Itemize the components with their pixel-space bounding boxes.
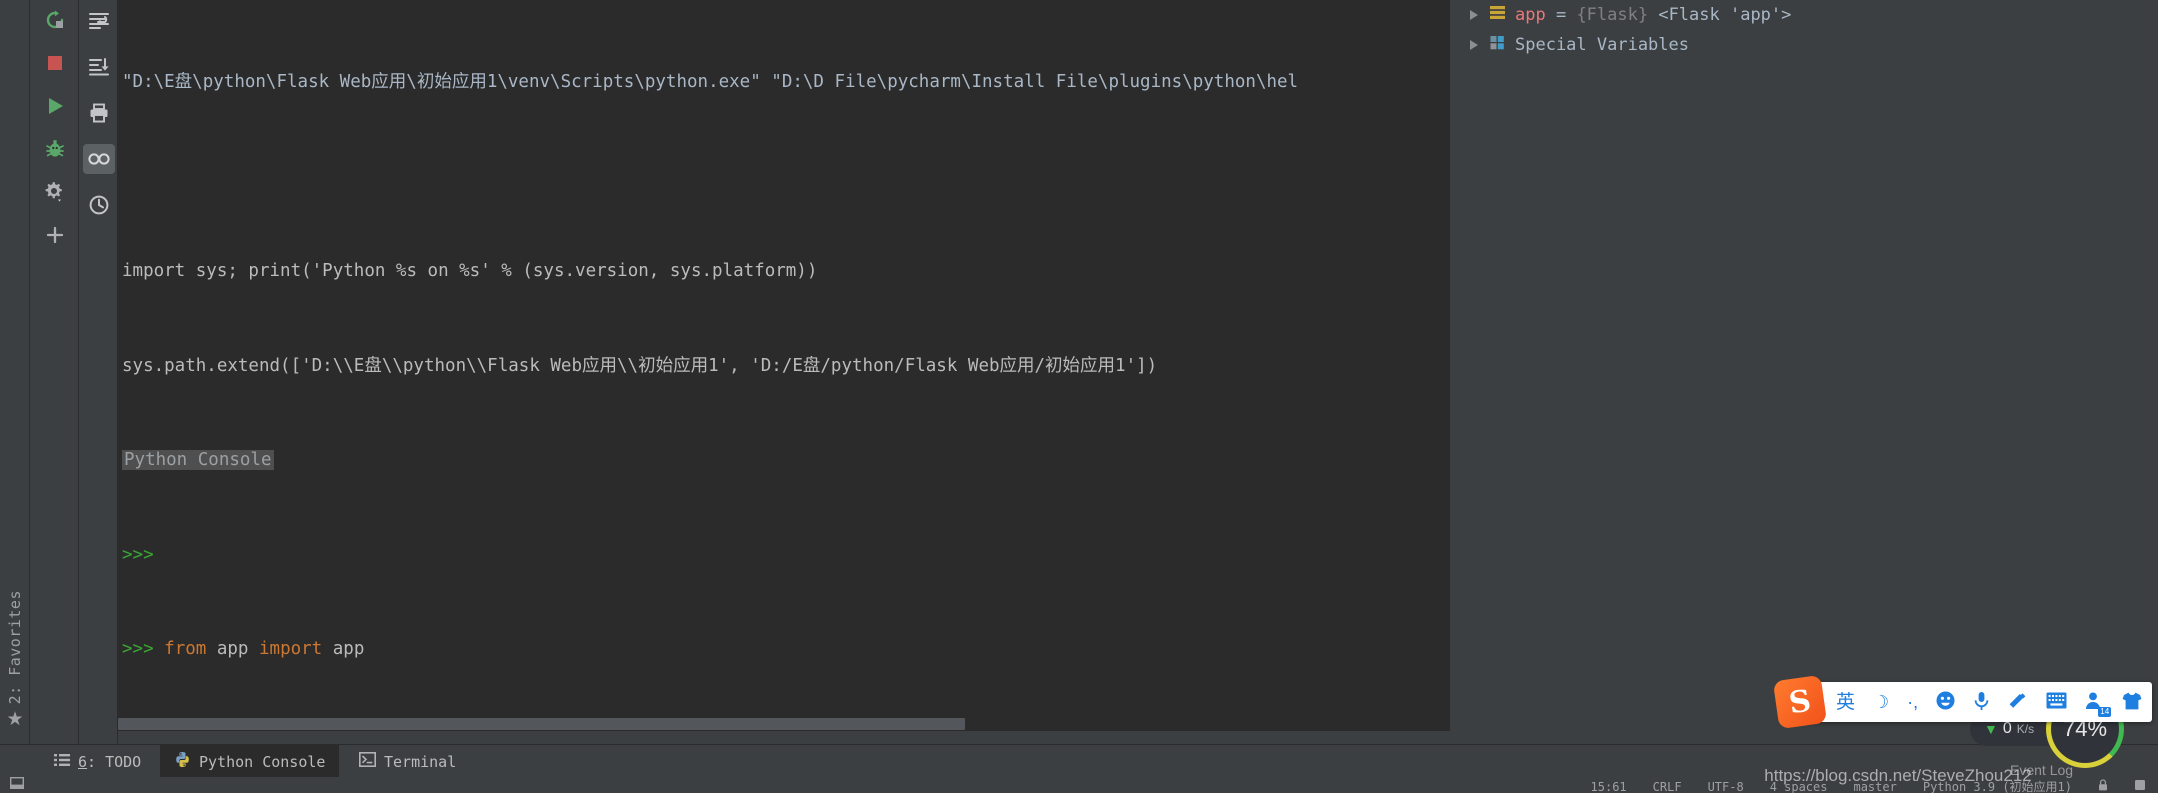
user-center-icon[interactable]: 14 — [2085, 691, 2112, 717]
network-speed-unit: K/s — [2016, 722, 2035, 736]
debug-icon[interactable] — [39, 135, 71, 163]
hide-tool-windows-icon[interactable] — [9, 776, 32, 793]
punctuation-icon[interactable]: ·, — [1907, 693, 1918, 711]
todo-list-icon — [54, 753, 70, 771]
settings-gear-icon[interactable] — [39, 178, 71, 206]
memory-indicator[interactable] — [2134, 779, 2146, 793]
left-tool-rail: 2: Favorites ★ — [0, 0, 30, 761]
variable-row-special-variables[interactable]: Special Variables — [1456, 30, 2158, 60]
console-banner: Python Console — [122, 450, 274, 470]
special-variables-icon — [1489, 34, 1506, 56]
tab-terminal[interactable]: Terminal — [345, 745, 470, 778]
sogou-ime-toolbar[interactable]: S 英 ☽ ·, 14 — [1772, 674, 2153, 730]
variable-equals: = — [1545, 5, 1577, 25]
console-line: import sys; print('Python %s on %s' % (s… — [122, 261, 818, 281]
chinese-english-toggle-icon[interactable]: 英 — [1836, 692, 1855, 712]
console-keyword: import — [259, 639, 323, 659]
variable-label: Special Variables — [1515, 35, 1689, 55]
console-prompt: >>> — [122, 544, 154, 565]
tab-todo[interactable]: 6: TODO — [40, 745, 155, 778]
scroll-to-end-icon[interactable] — [83, 52, 115, 82]
history-icon[interactable] — [83, 190, 115, 220]
horizontal-scrollbar-thumb[interactable] — [118, 718, 965, 730]
chevron-right-icon[interactable] — [1470, 10, 1478, 20]
horizontal-scrollbar[interactable] — [118, 717, 1450, 731]
lock-icon[interactable] — [2098, 779, 2108, 793]
tab-todo-number: 6 — [78, 752, 88, 771]
variable-value: <Flask 'app'> — [1648, 5, 1792, 25]
python-console-icon — [174, 751, 191, 772]
moon-icon[interactable]: ☽ — [1873, 693, 1889, 711]
tab-todo-label: : TODO — [87, 752, 142, 771]
variable-name: app — [1515, 5, 1546, 25]
user-center-badge: 14 — [2098, 707, 2112, 717]
terminal-icon — [359, 752, 376, 771]
emoji-icon[interactable] — [1936, 691, 1955, 713]
console-prompt: >>> — [122, 639, 154, 659]
pycharm-window: 2: Favorites ★ "D:\E盘\python\Flask Web应用… — [0, 0, 2158, 793]
tab-python-console-label: Python Console — [199, 752, 326, 771]
tab-terminal-label: Terminal — [384, 752, 457, 771]
console-line: sys.path.extend(['D:\\E盘\\python\\Flask … — [122, 355, 1158, 376]
run-toolbar — [31, 0, 79, 761]
plus-icon[interactable] — [39, 221, 71, 249]
skin-shirt-icon[interactable] — [2122, 692, 2142, 713]
console-keyword: from — [164, 639, 207, 659]
network-speed-value: 0 — [2002, 720, 2012, 737]
sogou-logo-icon[interactable]: S — [1772, 674, 1828, 730]
console-text-span: app — [322, 639, 365, 659]
star-icon: ★ — [6, 709, 24, 730]
microphone-icon[interactable] — [1973, 691, 1990, 714]
file-encoding[interactable]: UTF-8 — [1708, 780, 1744, 793]
soft-keyboard-icon[interactable] — [2046, 692, 2067, 712]
watermark-text: https://blog.csdn.net/SteveZhou212 — [1764, 766, 2032, 785]
stop-icon[interactable] — [39, 49, 71, 77]
line-separator[interactable]: CRLF — [1653, 780, 1682, 793]
caret-position[interactable]: 15:61 — [1591, 780, 1627, 793]
favorites-label: 2: Favorites — [6, 589, 24, 704]
console-toolbar — [80, 0, 118, 761]
python-console-output[interactable]: "D:\E盘\python\Flask Web应用\初始应用1\venv\Scr… — [118, 0, 1450, 731]
soft-wrap-icon[interactable] — [83, 6, 115, 36]
console-text: "D:\E盘\python\Flask Web应用\初始应用1\venv\Scr… — [118, 0, 1298, 731]
variable-type: {Flask} — [1576, 5, 1649, 25]
object-variable-icon — [1489, 4, 1506, 26]
handwriting-pen-icon[interactable] — [2008, 692, 2028, 713]
rerun-icon[interactable] — [39, 6, 71, 34]
variables-pane: app = {Flask} <Flask 'app'> Special Vari… — [1456, 0, 2158, 731]
chevron-right-icon[interactable] — [1470, 40, 1478, 50]
show-variables-icon[interactable] — [82, 144, 115, 174]
sidebar-item-favorites[interactable]: 2: Favorites ★ — [0, 583, 30, 733]
download-arrow-icon: ▼ — [1984, 721, 1998, 737]
console-text-span: app — [206, 639, 259, 659]
variable-row-app[interactable]: app = {Flask} <Flask 'app'> — [1456, 0, 2158, 30]
print-icon[interactable] — [83, 98, 115, 128]
console-line: "D:\E盘\python\Flask Web应用\初始应用1\venv\Scr… — [122, 72, 1299, 92]
run-icon[interactable] — [39, 92, 71, 120]
tab-python-console[interactable]: Python Console — [160, 745, 340, 778]
